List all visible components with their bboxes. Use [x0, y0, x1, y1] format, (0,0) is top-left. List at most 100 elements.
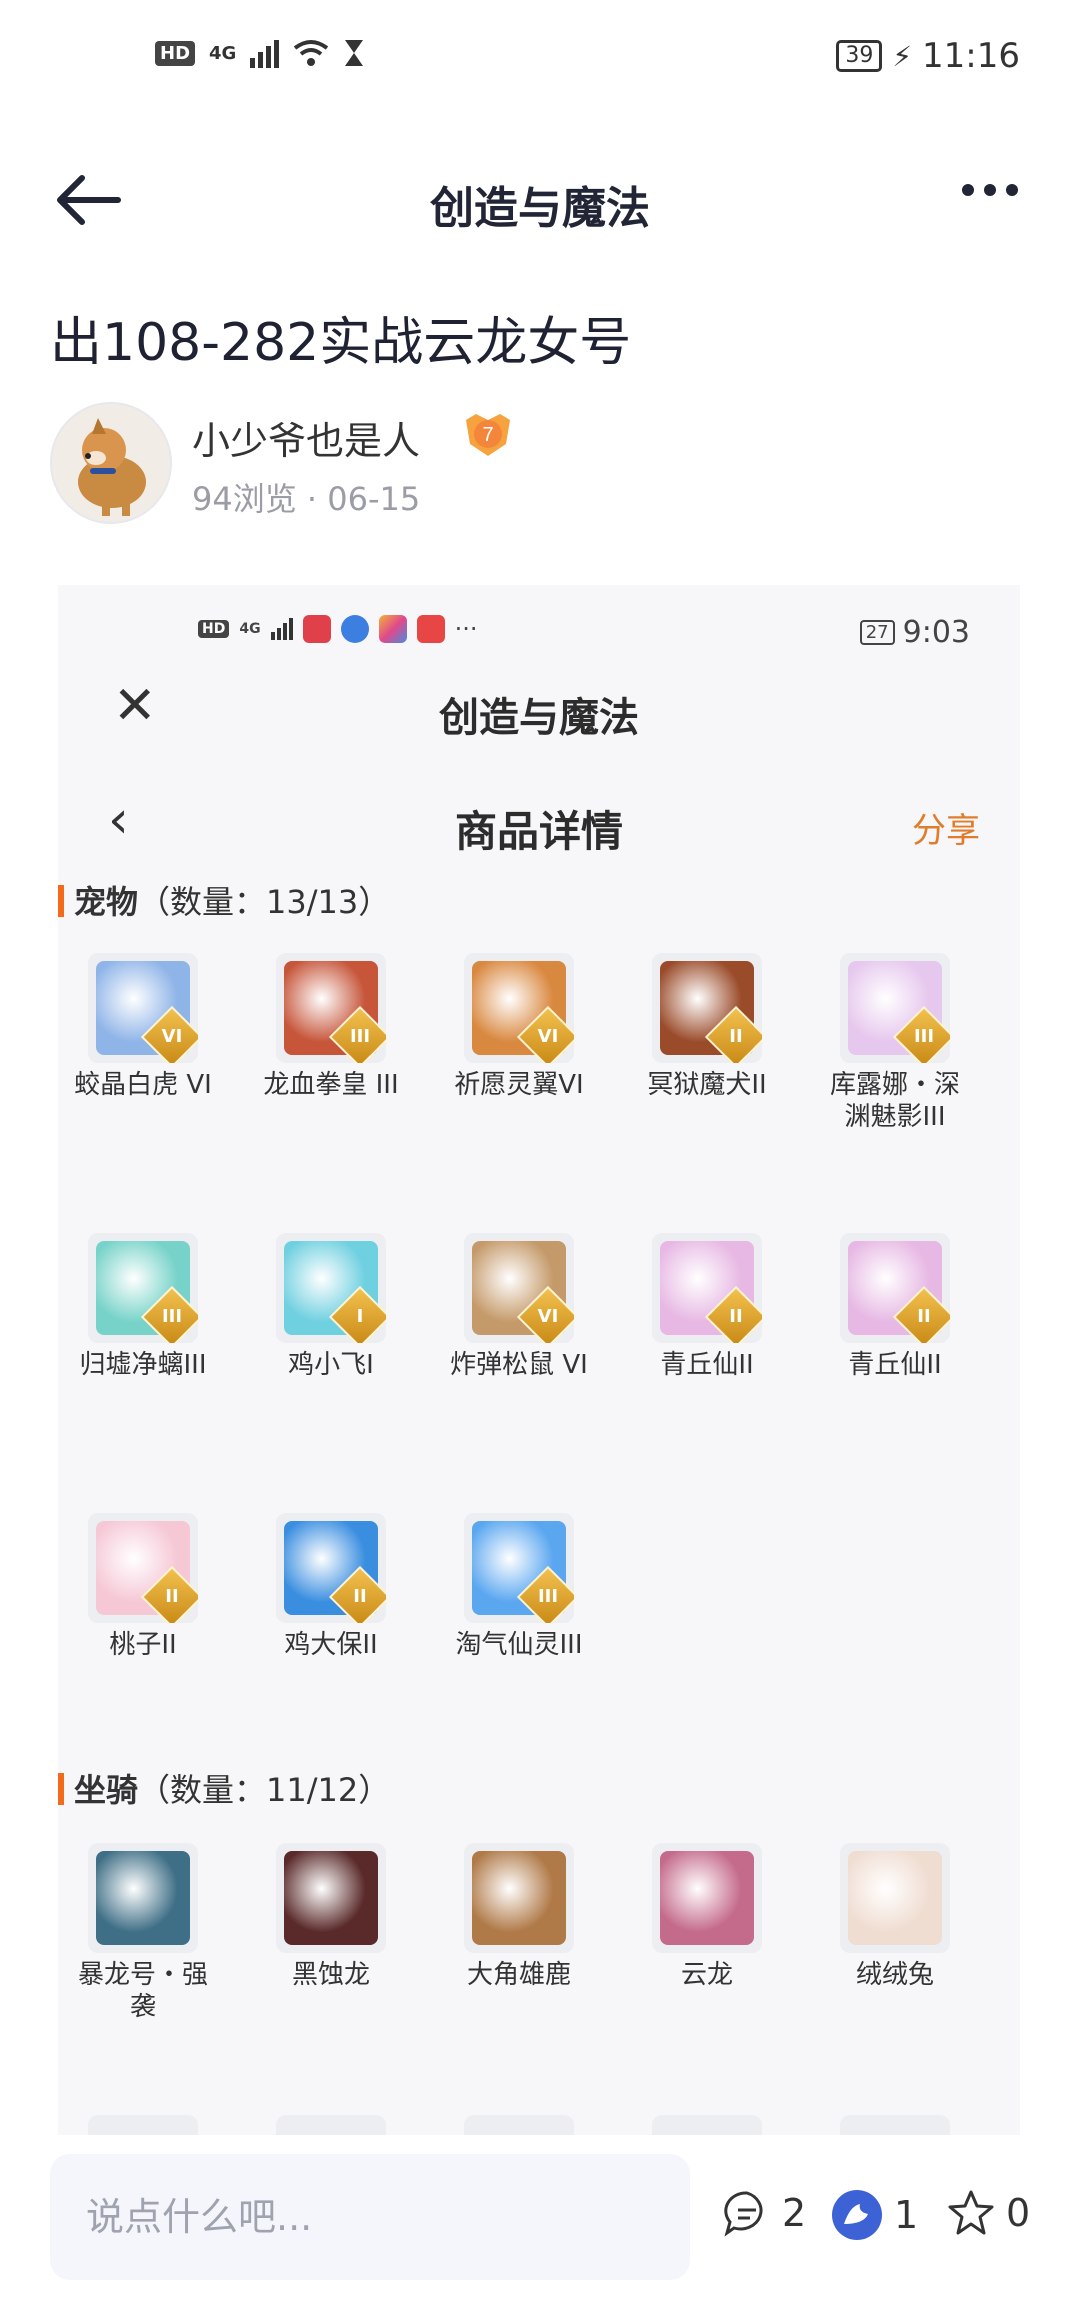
- image-app-title: 创造与魔法: [439, 695, 639, 741]
- tier-badge-label: II: [353, 1586, 367, 1607]
- like-count: 1: [894, 2193, 919, 2237]
- status-right: 39 ⚡ 11:16: [836, 36, 1020, 76]
- mount-image: [652, 1843, 762, 1953]
- tier-badge-label: III: [537, 1586, 559, 1607]
- pet-name: 龙血拳皇 III: [263, 1070, 399, 1100]
- tier-badge-label: VI: [537, 1026, 559, 1047]
- like-button[interactable]: 1: [830, 2188, 918, 2242]
- tier-badge-label: II: [729, 1026, 743, 1047]
- comment-icon: [724, 2191, 763, 2237]
- tier-badge-label: I: [356, 1306, 364, 1327]
- post-title: 出108-282实战云龙女号: [50, 313, 632, 373]
- author-name[interactable]: 小少爷也是人: [192, 410, 420, 465]
- pet-name: 鸡大保II: [284, 1630, 378, 1660]
- star-icon: [948, 2190, 994, 2235]
- image-app-icon-4: [416, 615, 445, 643]
- pet-image: I: [276, 1233, 386, 1343]
- status-icons: HD 4G: [155, 38, 365, 68]
- mount-name: 黑蚀龙: [291, 1960, 370, 1990]
- mount-image: [88, 1843, 198, 1953]
- pet-card: II 青丘仙II: [840, 1233, 950, 1381]
- tier-badge-label: III: [349, 1026, 371, 1047]
- pet-image: II: [652, 1233, 762, 1343]
- favorite-count: 0: [1006, 2191, 1031, 2235]
- pet-image: II: [840, 1233, 950, 1343]
- pets-section-header: 宠物（数量：13/13）: [58, 877, 390, 923]
- mount-card: 黑蚀龙: [276, 1843, 386, 1991]
- mount-name: 绒绒兔: [855, 1960, 934, 1990]
- pet-image: VI: [88, 953, 198, 1063]
- battery-icon: 39: [836, 40, 883, 72]
- tier-badge-label: III: [161, 1306, 183, 1327]
- image-app-icon-2: [340, 615, 369, 643]
- image-status-bar: HD 4G ··· 27 9:03: [58, 615, 1020, 655]
- clock: 11:16: [922, 36, 1020, 76]
- mount-tile-partial: [276, 2115, 386, 2135]
- pet-card: II 冥狱魔犬II: [647, 953, 767, 1101]
- pet-card: VI 蛟晶白虎 VI: [74, 953, 212, 1101]
- pet-name: 冥狱魔犬II: [647, 1070, 767, 1100]
- pet-image: II: [88, 1513, 198, 1623]
- bottom-bar: 说点什么吧... 2 1 0: [0, 2150, 1080, 2310]
- pet-image: III: [840, 953, 950, 1063]
- comment-input[interactable]: 说点什么吧...: [50, 2154, 690, 2280]
- page-title: 创造与魔法: [430, 183, 650, 234]
- mounts-section-title: 坐骑: [74, 1771, 139, 1809]
- avatar[interactable]: [50, 402, 172, 524]
- image-more-notifications: ···: [454, 615, 478, 643]
- mount-tile-partial: [652, 2115, 762, 2135]
- app-header: 创造与魔法: [0, 150, 1080, 250]
- more-icon[interactable]: [962, 184, 1018, 196]
- tier-badge-label: II: [917, 1306, 931, 1327]
- mount-card: 绒绒兔: [840, 1843, 950, 1991]
- dog-avatar-icon: [78, 418, 146, 516]
- image-battery-icon: 27: [859, 620, 895, 645]
- pet-card: III 归墟净螭III: [79, 1233, 207, 1381]
- tier-badge-label: VI: [161, 1026, 183, 1047]
- pet-card: III 淘气仙灵III: [455, 1513, 583, 1661]
- post-image[interactable]: HD 4G ··· 27 9:03 ✕ 创造与魔法 ‹ 商品详情 分享 宠物（数…: [58, 585, 1020, 2135]
- status-bar: HD 4G 39 ⚡ 11:16: [0, 0, 1080, 120]
- tier-badge-label: VI: [537, 1306, 559, 1327]
- comment-count: 2: [782, 2191, 807, 2235]
- mount-art: [660, 1851, 754, 1945]
- mount-art: [96, 1851, 190, 1945]
- pet-name: 鸡小飞I: [288, 1350, 374, 1380]
- mount-art: [848, 1851, 942, 1945]
- pet-image: II: [652, 953, 762, 1063]
- mount-tile-partial: [840, 2115, 950, 2135]
- mount-art: [472, 1851, 566, 1945]
- section-marker: [58, 885, 64, 917]
- wifi-icon: [294, 40, 329, 66]
- level-number: 7: [482, 424, 493, 446]
- pet-card: II 青丘仙II: [652, 1233, 762, 1381]
- mount-art: [284, 1851, 378, 1945]
- mount-card: 云龙: [652, 1843, 762, 1991]
- comment-button[interactable]: 2: [722, 2188, 806, 2238]
- level-shield-icon: 7: [466, 414, 510, 456]
- image-hd-icon: HD: [198, 620, 230, 638]
- tier-badge-label: II: [165, 1586, 179, 1607]
- pet-card: VI 炸弹松鼠 VI: [450, 1233, 588, 1381]
- post-meta: 94浏览 · 06-15: [192, 480, 421, 518]
- pet-card: III 库露娜・深渊魅影III: [830, 953, 960, 1133]
- pet-name: 炸弹松鼠 VI: [450, 1350, 588, 1380]
- pet-card: II 鸡大保II: [276, 1513, 386, 1661]
- mount-name: 云龙: [680, 1960, 733, 1990]
- pet-card: I 鸡小飞I: [276, 1233, 386, 1381]
- pet-name: 库露娜・深渊魅影III: [829, 1070, 960, 1132]
- image-signal-icon: [270, 618, 293, 640]
- mount-image: [464, 1843, 574, 1953]
- mount-image: [840, 1843, 950, 1953]
- pets-section-count: （数量：13/13）: [138, 883, 391, 921]
- mount-tile-partial: [88, 2115, 198, 2135]
- pet-image: VI: [464, 1233, 574, 1343]
- image-network-label: 4G: [239, 621, 261, 637]
- network-label: 4G: [209, 42, 237, 64]
- pet-name: 青丘仙II: [848, 1350, 942, 1380]
- favorite-button[interactable]: 0: [946, 2188, 1030, 2238]
- pet-image: VI: [464, 953, 574, 1063]
- tier-badge-label: III: [913, 1026, 935, 1047]
- pet-image: III: [276, 953, 386, 1063]
- pet-card: VI 祈愿灵翼VI: [454, 953, 584, 1101]
